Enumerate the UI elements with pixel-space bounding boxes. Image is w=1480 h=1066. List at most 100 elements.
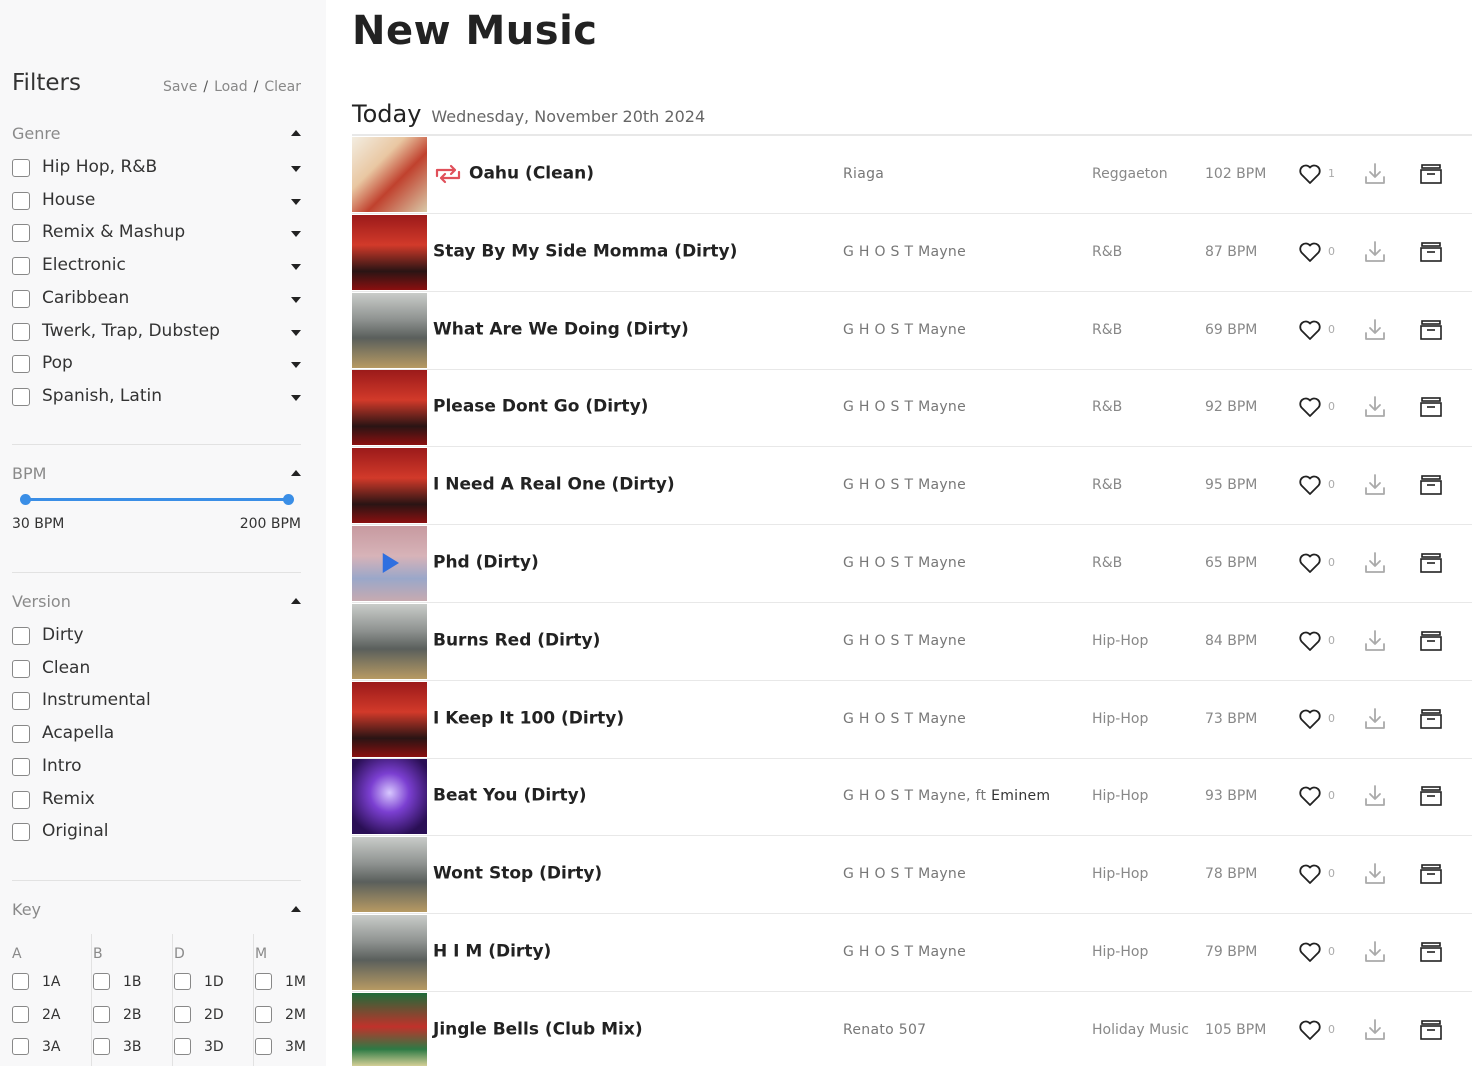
album-art[interactable] [352,214,427,290]
genre-option-hip-hop-r-b[interactable]: Hip Hop, R&B [12,155,301,181]
heart-icon[interactable] [1298,1019,1322,1041]
checkbox[interactable] [12,627,30,645]
album-art[interactable] [352,837,427,913]
key-option-1b[interactable]: 1B [93,972,171,994]
crate-icon[interactable] [1420,163,1442,185]
track-artist[interactable]: G H O S T Mayne [843,944,966,960]
track-artist[interactable]: G H O S T Mayne [843,711,966,727]
checkbox[interactable] [93,973,110,990]
checkbox[interactable] [12,257,30,276]
chevron-down-icon[interactable] [291,198,301,205]
crate-icon[interactable] [1420,1019,1442,1041]
album-art[interactable] [352,681,427,757]
checkbox[interactable] [12,159,30,177]
checkbox[interactable] [12,1038,29,1056]
chevron-down-icon[interactable] [291,296,301,303]
download-icon[interactable] [1363,550,1387,576]
album-art[interactable] [352,526,427,601]
artist-name[interactable]: G H O S T Mayne [843,399,966,415]
artist-name[interactable]: G H O S T Mayne [843,866,966,882]
checkbox[interactable] [255,973,272,990]
track-artist[interactable]: G H O S T Mayne [843,633,966,649]
artist-name[interactable]: G H O S T Mayne, ft [843,788,986,804]
save-filters-link[interactable]: Save [163,79,197,95]
bpm-max-handle[interactable] [283,494,294,505]
track-title[interactable]: I Need A Real One (Dirty) [433,475,675,495]
download-icon[interactable] [1363,394,1387,420]
download-icon[interactable] [1363,706,1387,732]
track-artist[interactable]: G H O S T Mayne [843,322,966,338]
album-art[interactable] [352,137,427,212]
checkbox[interactable] [12,322,30,341]
track-title[interactable]: Oahu (Clean) [469,164,594,184]
checkbox[interactable] [12,659,30,678]
genre-option-house[interactable]: House [12,188,301,214]
heart-icon[interactable] [1298,241,1322,263]
track-title[interactable]: What Are We Doing (Dirty) [433,319,689,339]
track-artist[interactable]: Renato 507 [843,1022,926,1038]
track-title[interactable]: Stay By My Side Momma (Dirty) [433,241,737,261]
checkbox[interactable] [255,1038,272,1056]
key-option-1m[interactable]: 1M [255,972,333,994]
key-option-3d[interactable]: 3D [174,1037,252,1059]
download-icon[interactable] [1363,1017,1387,1043]
checkbox[interactable] [12,823,30,842]
chevron-down-icon[interactable] [291,362,301,369]
artist-name[interactable]: G H O S T Mayne [843,633,966,649]
checkbox[interactable] [12,790,30,809]
artist-name[interactable]: G H O S T Mayne [843,244,966,260]
key-option-2m[interactable]: 2M [255,1005,333,1027]
checkbox[interactable] [12,692,30,711]
checkbox[interactable] [12,191,30,210]
download-icon[interactable] [1363,783,1387,809]
download-icon[interactable] [1363,939,1387,965]
download-icon[interactable] [1363,628,1387,654]
download-icon[interactable] [1363,472,1387,498]
crate-icon[interactable] [1420,941,1442,963]
track-artist[interactable]: G H O S T Mayne [843,399,966,415]
artist-name[interactable]: Renato 507 [843,1022,926,1038]
artist-name[interactable]: G H O S T Mayne [843,322,966,338]
chevron-down-icon[interactable] [291,231,301,238]
checkbox[interactable] [12,387,30,406]
key-option-2a[interactable]: 2A [12,1005,90,1027]
bpm-section-toggle[interactable]: BPM [12,464,301,486]
genre-option-electronic[interactable]: Electronic [12,253,301,279]
version-option-original[interactable]: Original [12,819,301,845]
genre-option-spanish-latin[interactable]: Spanish, Latin [12,384,301,410]
download-icon[interactable] [1363,161,1387,187]
album-art[interactable] [352,292,427,368]
track-title[interactable]: H I M (Dirty) [433,942,551,962]
key-section-toggle[interactable]: Key [12,900,301,922]
load-filters-link[interactable]: Load [214,79,248,95]
heart-icon[interactable] [1298,708,1322,730]
genre-option-caribbean[interactable]: Caribbean [12,286,301,312]
checkbox[interactable] [12,355,30,374]
version-option-dirty[interactable]: Dirty [12,623,301,649]
album-art[interactable] [352,370,427,446]
track-artist[interactable]: G H O S T Mayne [843,244,966,260]
heart-icon[interactable] [1298,396,1322,418]
track-title[interactable]: Burns Red (Dirty) [433,630,600,650]
track-title[interactable]: Beat You (Dirty) [433,786,587,806]
checkbox[interactable] [12,757,30,776]
crate-icon[interactable] [1420,785,1442,807]
artist-name[interactable]: Riaga [843,166,884,182]
track-artist[interactable]: G H O S T Mayne [843,477,966,493]
heart-icon[interactable] [1298,319,1322,341]
heart-icon[interactable] [1298,552,1322,574]
artist-name[interactable]: G H O S T Mayne [843,711,966,727]
checkbox[interactable] [12,1005,29,1023]
album-art[interactable] [352,603,427,679]
heart-icon[interactable] [1298,785,1322,807]
play-icon[interactable] [374,548,404,578]
track-artist[interactable]: G H O S T Mayne, ft Eminem [843,788,1050,804]
heart-icon[interactable] [1298,630,1322,652]
version-option-instrumental[interactable]: Instrumental [12,688,301,714]
crate-icon[interactable] [1420,863,1442,885]
key-option-1d[interactable]: 1D [174,972,252,994]
chevron-down-icon[interactable] [291,264,301,271]
genre-option-pop[interactable]: Pop [12,351,301,377]
crate-icon[interactable] [1420,552,1442,574]
album-art[interactable] [352,915,427,990]
